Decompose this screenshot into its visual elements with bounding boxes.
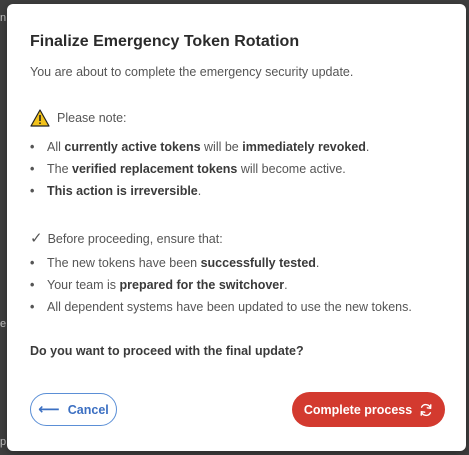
list-item: • This action is irreversible. xyxy=(30,184,202,198)
list-item-emphasis: successfully tested xyxy=(200,256,316,270)
list-item-text: . xyxy=(197,184,202,198)
list-item-text: All dependent systems have been updated … xyxy=(47,300,412,314)
list-item-text: All xyxy=(47,140,65,154)
list-item-emphasis: verified replacement tokens xyxy=(72,162,238,176)
note-list: • All currently active tokens will be im… xyxy=(30,139,369,205)
dialog-subtitle: You are about to complete the emergency … xyxy=(30,65,354,79)
list-item-text: The new tokens have been xyxy=(47,256,201,270)
complete-process-button[interactable]: Complete process xyxy=(292,392,445,427)
checklist-heading: ✓ Before proceeding, ensure that: xyxy=(30,231,223,246)
confirmation-dialog: Finalize Emergency Token Rotation You ar… xyxy=(7,4,466,451)
list-item-text: will be xyxy=(200,140,243,154)
list-item-text: Your team is xyxy=(47,278,120,292)
list-item-emphasis: currently active tokens xyxy=(64,140,201,154)
warning-icon xyxy=(30,109,50,127)
checklist: • The new tokens have been successfully … xyxy=(30,255,412,321)
refresh-icon xyxy=(420,403,432,416)
checklist-heading-label: Before proceeding, ensure that: xyxy=(47,231,223,246)
list-item-text: The xyxy=(47,162,73,176)
list-item-emphasis: This action is irreversible xyxy=(47,184,198,198)
background-text-fragment: p xyxy=(0,436,7,448)
confirmation-question: Do you want to proceed with the final up… xyxy=(30,344,304,358)
list-item: • All currently active tokens will be im… xyxy=(30,140,370,154)
dialog-title: Finalize Emergency Token Rotation xyxy=(30,33,300,50)
list-item: • The verified replacement tokens will b… xyxy=(30,162,346,176)
note-heading: Please note: xyxy=(30,109,127,127)
list-item: • All dependent systems have been update… xyxy=(30,300,412,314)
list-item-text: . xyxy=(365,140,370,154)
check-icon: ✓ xyxy=(30,230,43,247)
list-item: • The new tokens have been successfully … xyxy=(30,256,320,270)
background-text-fragment: e xyxy=(0,318,7,330)
list-item-text: will become active. xyxy=(237,162,346,176)
list-item-emphasis: immediately revoked xyxy=(242,140,366,154)
cancel-button[interactable]: ⟵ Cancel xyxy=(30,393,117,426)
complete-button-label: Complete process xyxy=(303,402,413,417)
note-heading-label: Please note: xyxy=(57,111,127,125)
list-item-text: . xyxy=(284,278,288,292)
list-item-emphasis: prepared for the switchover xyxy=(119,278,285,292)
list-item: • Your team is prepared for the switchov… xyxy=(30,278,288,292)
list-item-text: . xyxy=(315,256,320,270)
arrow-left-icon: ⟵ xyxy=(38,401,60,418)
cancel-button-label: Cancel xyxy=(67,402,109,417)
background-text-fragment: n xyxy=(0,12,7,24)
